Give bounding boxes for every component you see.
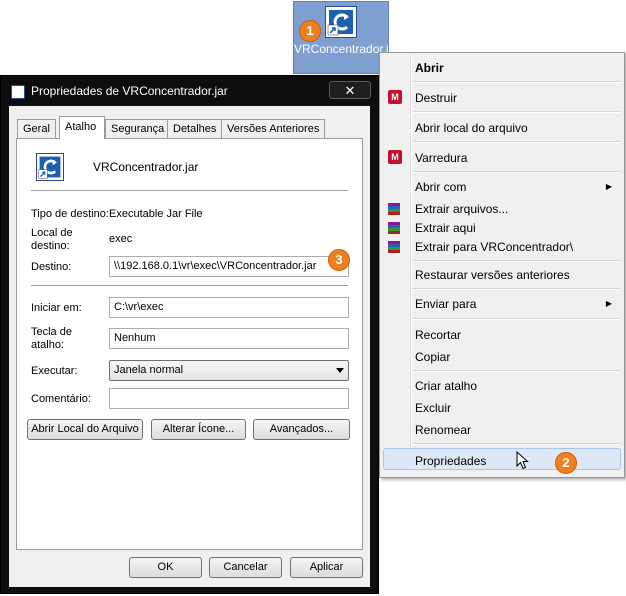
tipo-value: Executable Jar File [109, 208, 203, 220]
step-badge-1: 1 [299, 20, 321, 42]
menu-item-extrair-para[interactable]: Extrair para VRConcentrador\ [415, 239, 573, 255]
menu-separator [413, 370, 621, 372]
winrar-icon [388, 203, 400, 215]
menu-item-abrir-local[interactable]: Abrir local do arquivo [415, 120, 528, 136]
menu-separator [413, 171, 621, 173]
mouse-cursor-icon [516, 451, 529, 470]
step-badge-2: 2 [555, 452, 577, 474]
desktop-icon-label: VRConcentrador.jar [294, 42, 400, 56]
menu-item-recortar[interactable]: Recortar [415, 327, 461, 343]
tab-geral[interactable]: Geral [17, 119, 56, 138]
tecla-label-line1: Tecla de [31, 326, 72, 338]
jar-file-icon [36, 153, 64, 181]
tecla-label-line2: atalho: [31, 339, 65, 351]
cancelar-button[interactable]: Cancelar [209, 557, 282, 578]
menu-item-destruir[interactable]: Destruir [415, 90, 457, 106]
menu-separator [413, 318, 621, 320]
jar-file-icon [325, 6, 357, 38]
comentario-label: Comentário: [31, 393, 91, 405]
window-client-area: Geral Atalho Segurança Detalhes Versões … [9, 106, 370, 587]
menu-item-propriedades[interactable]: Propriedades [415, 453, 486, 469]
local-value: exec [109, 233, 133, 245]
destino-label: Destino: [31, 261, 72, 273]
menu-item-criar-atalho[interactable]: Criar atalho [415, 378, 477, 394]
divider [31, 285, 348, 286]
winrar-icon [388, 222, 400, 234]
menu-separator [413, 288, 621, 290]
tipo-label: Tipo de destino: [31, 208, 109, 220]
executar-label: Executar: [31, 365, 78, 377]
executar-select-value: Janela normal [114, 364, 184, 376]
submenu-arrow-icon: ▶ [605, 299, 612, 308]
ok-button[interactable]: OK [129, 557, 202, 578]
menu-gutter [410, 55, 412, 475]
menu-item-extrair-aqui[interactable]: Extrair aqui [415, 220, 476, 236]
menu-item-abrir-com[interactable]: Abrir com [415, 179, 466, 195]
window-app-icon [11, 85, 25, 99]
tab-detalhes[interactable]: Detalhes [167, 119, 223, 138]
menu-item-excluir[interactable]: Excluir [415, 400, 451, 416]
tab-versoes-anteriores[interactable]: Versões Anteriores [221, 119, 326, 138]
tab-panel-atalho: VRConcentrador.jar Tipo de destino: Exec… [16, 138, 363, 550]
menu-item-abrir[interactable]: Abrir [415, 60, 444, 76]
divider [31, 190, 348, 191]
window-titlebar[interactable]: Propriedades de VRConcentrador.jar ✕ [1, 76, 378, 104]
iniciar-label: Iniciar em: [31, 302, 82, 314]
menu-item-renomear[interactable]: Renomear [415, 422, 471, 438]
iniciar-field[interactable]: C:\vr\exec [109, 297, 349, 318]
menu-separator [413, 260, 621, 262]
window-title: Propriedades de VRConcentrador.jar [31, 84, 228, 98]
submenu-arrow-icon: ▶ [605, 182, 612, 191]
step-badge-3: 3 [328, 249, 350, 271]
menu-item-copiar[interactable]: Copiar [415, 349, 450, 365]
tecla-atalho-field[interactable]: Nenhum [109, 328, 349, 349]
mcafee-icon: M [388, 90, 402, 104]
local-label-line2: destino: [31, 240, 70, 252]
chevron-down-icon [336, 368, 344, 373]
tab-atalho[interactable]: Atalho [59, 116, 105, 139]
abrir-local-button[interactable]: Abrir Local do Arquivo [27, 419, 143, 440]
file-name: VRConcentrador.jar [93, 160, 199, 174]
avancados-button[interactable]: Avançados... [253, 419, 350, 440]
properties-window: Propriedades de VRConcentrador.jar ✕ Ger… [0, 75, 379, 594]
mcafee-icon: M [388, 150, 402, 164]
menu-separator [413, 141, 621, 143]
menu-separator [413, 81, 621, 83]
menu-separator [413, 111, 621, 113]
context-menu: Abrir M Destruir Abrir local do arquivo … [379, 52, 625, 478]
alterar-icone-button[interactable]: Alterar Ícone... [151, 419, 246, 440]
menu-item-extrair-arquivos[interactable]: Extrair arquivos... [415, 201, 508, 217]
destino-field[interactable]: \\192.168.0.1\vr\exec\VRConcentrador.jar [109, 256, 349, 277]
close-button[interactable]: ✕ [329, 81, 371, 99]
comentario-field[interactable] [109, 388, 349, 409]
menu-item-enviar-para[interactable]: Enviar para [415, 296, 476, 312]
winrar-icon [388, 241, 400, 253]
executar-select[interactable]: Janela normal [109, 360, 349, 381]
menu-item-varredura[interactable]: Varredura [415, 150, 467, 166]
tab-seguranca[interactable]: Segurança [105, 119, 171, 138]
menu-separator [413, 443, 621, 445]
menu-item-restaurar[interactable]: Restaurar versões anteriores [415, 267, 570, 283]
aplicar-button[interactable]: Aplicar [290, 557, 363, 578]
local-label-line1: Local de [31, 227, 73, 239]
